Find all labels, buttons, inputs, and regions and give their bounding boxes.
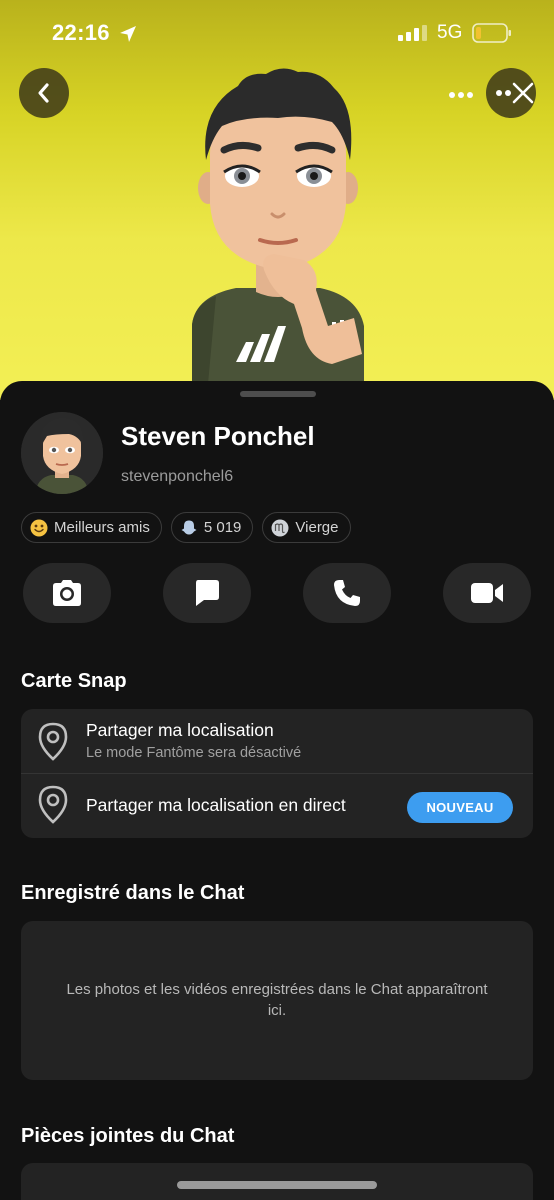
section-title-chat-attachments: Pièces jointes du Chat bbox=[21, 1125, 235, 1147]
virgo-zodiac-icon bbox=[271, 519, 289, 536]
chip-label: Vierge bbox=[295, 519, 339, 536]
call-button[interactable] bbox=[303, 563, 391, 623]
back-button[interactable] bbox=[19, 68, 69, 118]
avatar-bitmoji bbox=[21, 412, 103, 494]
share-live-location-row[interactable]: Partager ma localisation en direct NOUVE… bbox=[21, 774, 533, 838]
profile-header: 22:16 5G bbox=[0, 0, 554, 400]
share-location-row[interactable]: Partager ma localisation Le mode Fantôme… bbox=[21, 709, 533, 773]
avatar[interactable] bbox=[21, 412, 103, 494]
video-call-button[interactable] bbox=[443, 563, 531, 623]
section-title-snap-map: Carte Snap bbox=[21, 670, 127, 692]
camera-icon bbox=[53, 580, 81, 606]
status-bar: 22:16 5G bbox=[0, 0, 554, 64]
location-arrow-icon bbox=[120, 26, 136, 42]
snap-score-ghost-icon bbox=[181, 520, 197, 534]
video-camera-icon bbox=[471, 583, 503, 603]
phone-icon bbox=[334, 580, 360, 606]
chip-label: 5 019 bbox=[203, 519, 242, 536]
snap-map-card: Partager ma localisation Le mode Fantôme… bbox=[21, 709, 533, 838]
chip-label: Meilleurs amis bbox=[54, 519, 150, 536]
more-options-button[interactable] bbox=[436, 80, 486, 110]
chip-snap-score[interactable]: 5 019 bbox=[170, 512, 254, 543]
more-horizontal-icon bbox=[449, 92, 473, 98]
close-icon bbox=[496, 82, 534, 104]
username: stevenponchel6 bbox=[121, 468, 234, 485]
chat-bubble-icon bbox=[196, 580, 219, 606]
action-buttons bbox=[23, 563, 533, 623]
display-name: Steven Ponchel bbox=[121, 421, 315, 451]
camera-button[interactable] bbox=[23, 563, 111, 623]
bitmoji-avatar bbox=[192, 68, 364, 384]
saved-empty-text: Les photos et les vidéos enregistrées da… bbox=[66, 981, 488, 1019]
new-badge: NOUVEAU bbox=[407, 792, 513, 823]
share-location-subtext: Le mode Fantôme sera désactivé bbox=[86, 745, 302, 761]
section-title-saved-in-chat: Enregistré dans le Chat bbox=[21, 882, 245, 904]
location-pin-icon bbox=[38, 722, 68, 761]
network-type: 5G bbox=[437, 22, 463, 43]
location-pin-icon bbox=[38, 785, 68, 824]
cellular-signal-icon bbox=[398, 25, 427, 41]
chevron-left-icon bbox=[38, 83, 49, 103]
share-location-label: Partager ma localisation bbox=[86, 720, 274, 740]
status-time: 22:16 bbox=[52, 20, 110, 45]
smiley-icon bbox=[30, 519, 48, 536]
chat-button[interactable] bbox=[163, 563, 251, 623]
sheet-grabber[interactable] bbox=[240, 391, 316, 397]
battery-icon bbox=[472, 23, 511, 43]
profile-chips: Meilleurs amis 5 019 Vierge bbox=[21, 512, 351, 543]
chip-zodiac[interactable]: Vierge bbox=[262, 512, 351, 543]
share-live-location-label: Partager ma localisation en direct bbox=[86, 795, 346, 815]
close-button[interactable] bbox=[486, 68, 536, 118]
saved-in-chat-card: Les photos et les vidéos enregistrées da… bbox=[21, 921, 533, 1080]
home-indicator[interactable] bbox=[177, 1181, 377, 1189]
profile-sheet: Steven Ponchel stevenponchel6 Meilleurs … bbox=[0, 381, 554, 1200]
chip-best-friends[interactable]: Meilleurs amis bbox=[21, 512, 162, 543]
